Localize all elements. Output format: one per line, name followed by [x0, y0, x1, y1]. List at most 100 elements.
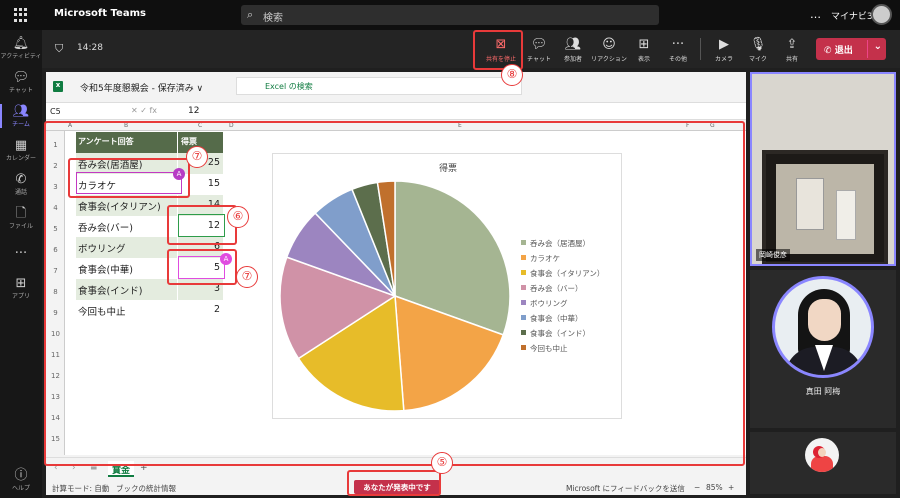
self-avatar [818, 448, 826, 457]
bell-icon: 🔔︎ [12, 36, 30, 51]
calc-mode: 計算モード: 自動 [52, 484, 110, 493]
phone-icon: ✆ [15, 172, 27, 187]
view-label: 表示 [637, 56, 650, 63]
file-icon: 🗋 [15, 206, 27, 221]
user-avatar[interactable] [871, 4, 892, 25]
mic-button[interactable]: 🎙︎ マイク [739, 36, 777, 63]
teams-icon: 👥︎ [12, 104, 30, 119]
rail-label: 通話 [14, 189, 27, 196]
more-label: その他 [668, 56, 687, 63]
reactions-button[interactable]: ☺ リアクション [589, 36, 629, 63]
formula-input[interactable]: 12 [188, 106, 199, 116]
rail-label: アプリ [11, 293, 30, 300]
camera-label: カメラ [714, 56, 733, 63]
rail-label: ファイル [8, 223, 33, 230]
meeting-control-bar: ⛉ 14:28 ⊠ 共有を停止 💬︎ チャット 👥︎ 参加者 ☺ リアクション ⊞ 表示 … [42, 30, 900, 68]
reactions-label: リアクション [591, 56, 627, 63]
view-button[interactable]: ⊞ 表示 [625, 36, 663, 63]
apps-icon: ⊞ [15, 276, 27, 291]
chat-icon: 💬︎ [530, 37, 548, 52]
participant-photo [808, 299, 841, 341]
view-icon: ⊞ [638, 37, 650, 52]
participant-name: 岡崎俊彦 [756, 249, 790, 261]
reactions-icon: ☺ [602, 37, 616, 52]
share-icon: ⇪ [786, 37, 798, 52]
annotation-box [68, 158, 190, 198]
phone-icon: ✆ [824, 46, 835, 56]
share-button[interactable]: ⇪ 共有 [773, 36, 811, 63]
workbook-stats[interactable]: ブックの統計情報 [116, 483, 176, 494]
rail-label: カレンダー [5, 155, 36, 162]
rail-more[interactable]: ··· [0, 246, 42, 261]
more-icon: ··· [671, 37, 685, 52]
help-icon: ⓘ [14, 468, 28, 483]
leave-button[interactable]: ✆ 退出 ⌄ [816, 38, 886, 60]
rail-chat[interactable]: 💬︎ チャット [0, 70, 42, 94]
annotation-badge: ⑥ [227, 206, 249, 228]
chat-label: チャット [527, 56, 551, 63]
participants-label: 参加者 [563, 56, 582, 63]
participant-photo [772, 276, 874, 378]
feedback-link[interactable]: Microsoft にフィードバックを送信 [566, 483, 685, 494]
rail-label: アクティビティ [0, 53, 42, 60]
participant-avatar-tile[interactable]: 真田 阿梅 [750, 270, 896, 428]
search-icon: ⌕ [247, 8, 254, 21]
rail-apps[interactable]: ⊞ アプリ [0, 276, 42, 300]
rail-files[interactable]: 🗋 ファイル [0, 206, 42, 230]
microphone-icon: 🎙︎ [749, 37, 767, 52]
chat-button[interactable]: 💬︎ チャット [520, 36, 558, 63]
meeting-time: 14:28 [77, 43, 103, 53]
camera-icon: ▶ [719, 37, 729, 52]
video-background [776, 164, 874, 254]
mic-label: マイク [749, 56, 767, 63]
rail-label: チャット [9, 87, 33, 94]
app-launcher-icon[interactable] [14, 8, 28, 22]
zoom-in-icon[interactable]: + [728, 483, 734, 492]
file-title[interactable]: 令和5年度懇親会 - 保存済み ∨ [80, 81, 203, 94]
video-background [836, 190, 856, 240]
participant-video-tile[interactable]: 岡崎俊彦 [750, 72, 896, 266]
self-video-tile[interactable] [750, 432, 896, 494]
divider [867, 40, 868, 58]
chat-icon: 💬︎ [12, 70, 30, 85]
annotation-badge: ⑧ [501, 64, 523, 86]
title-bar: Microsoft Teams ⌕ 検索 … マイナビ365 [0, 0, 900, 30]
formula-bar: C5 ✕ ✓ fx 12 [46, 102, 746, 120]
shield-icon: ⛉ [55, 42, 64, 55]
fx-icon: ✕ ✓ fx [131, 106, 158, 115]
participants-icon: 👥︎ [564, 37, 582, 52]
rail-activity[interactable]: 🔔︎ アクティビティ [0, 36, 42, 60]
excel-search-input[interactable]: Excel の検索 [236, 77, 522, 95]
rail-calendar[interactable]: ▦ カレンダー [0, 138, 42, 162]
self-avatar [811, 456, 833, 472]
camera-button[interactable]: ▶ カメラ [705, 36, 743, 63]
more-options-button[interactable]: … [810, 8, 822, 21]
video-background [796, 178, 824, 230]
name-box[interactable]: C5 [50, 107, 61, 116]
annotation-box [347, 470, 441, 496]
zoom-out-icon[interactable]: − [694, 483, 700, 492]
excel-header: x 令和5年度懇親会 - 保存済み ∨ Excel の検索 [46, 72, 746, 100]
rail-label: チーム [12, 121, 30, 128]
leave-label: 退出 [834, 46, 853, 56]
zoom-level: 85% [706, 483, 723, 492]
more-actions-button[interactable]: ··· その他 [659, 36, 697, 63]
participant-name: 真田 阿梅 [805, 387, 841, 396]
annotation-badge: ⑦ [186, 146, 208, 168]
search-input[interactable]: ⌕ 検索 [241, 5, 659, 25]
rail-help[interactable]: ⓘ ヘルプ [0, 468, 42, 492]
participants-button[interactable]: 👥︎ 参加者 [554, 36, 592, 63]
annotation-badge: ⑤ [431, 452, 453, 474]
coauthor-marker: A [173, 168, 185, 180]
excel-logo-icon: x [53, 81, 63, 92]
rail-teams[interactable]: 👥︎ チーム [0, 104, 42, 128]
coauthor-marker: A [220, 253, 232, 265]
chevron-down-icon[interactable]: ⌄ [874, 41, 882, 52]
search-placeholder: 検索 [263, 13, 283, 24]
left-rail: 🔔︎ アクティビティ 💬︎ チャット 👥︎ チーム ▦ カレンダー ✆ 通話 🗋 ファイル … [0, 30, 42, 498]
app-title: Microsoft Teams [54, 8, 146, 19]
annotation-badge: ⑦ [236, 266, 258, 288]
calendar-icon: ▦ [14, 138, 28, 153]
self-avatar [805, 438, 839, 472]
rail-calls[interactable]: ✆ 通話 [0, 172, 42, 196]
